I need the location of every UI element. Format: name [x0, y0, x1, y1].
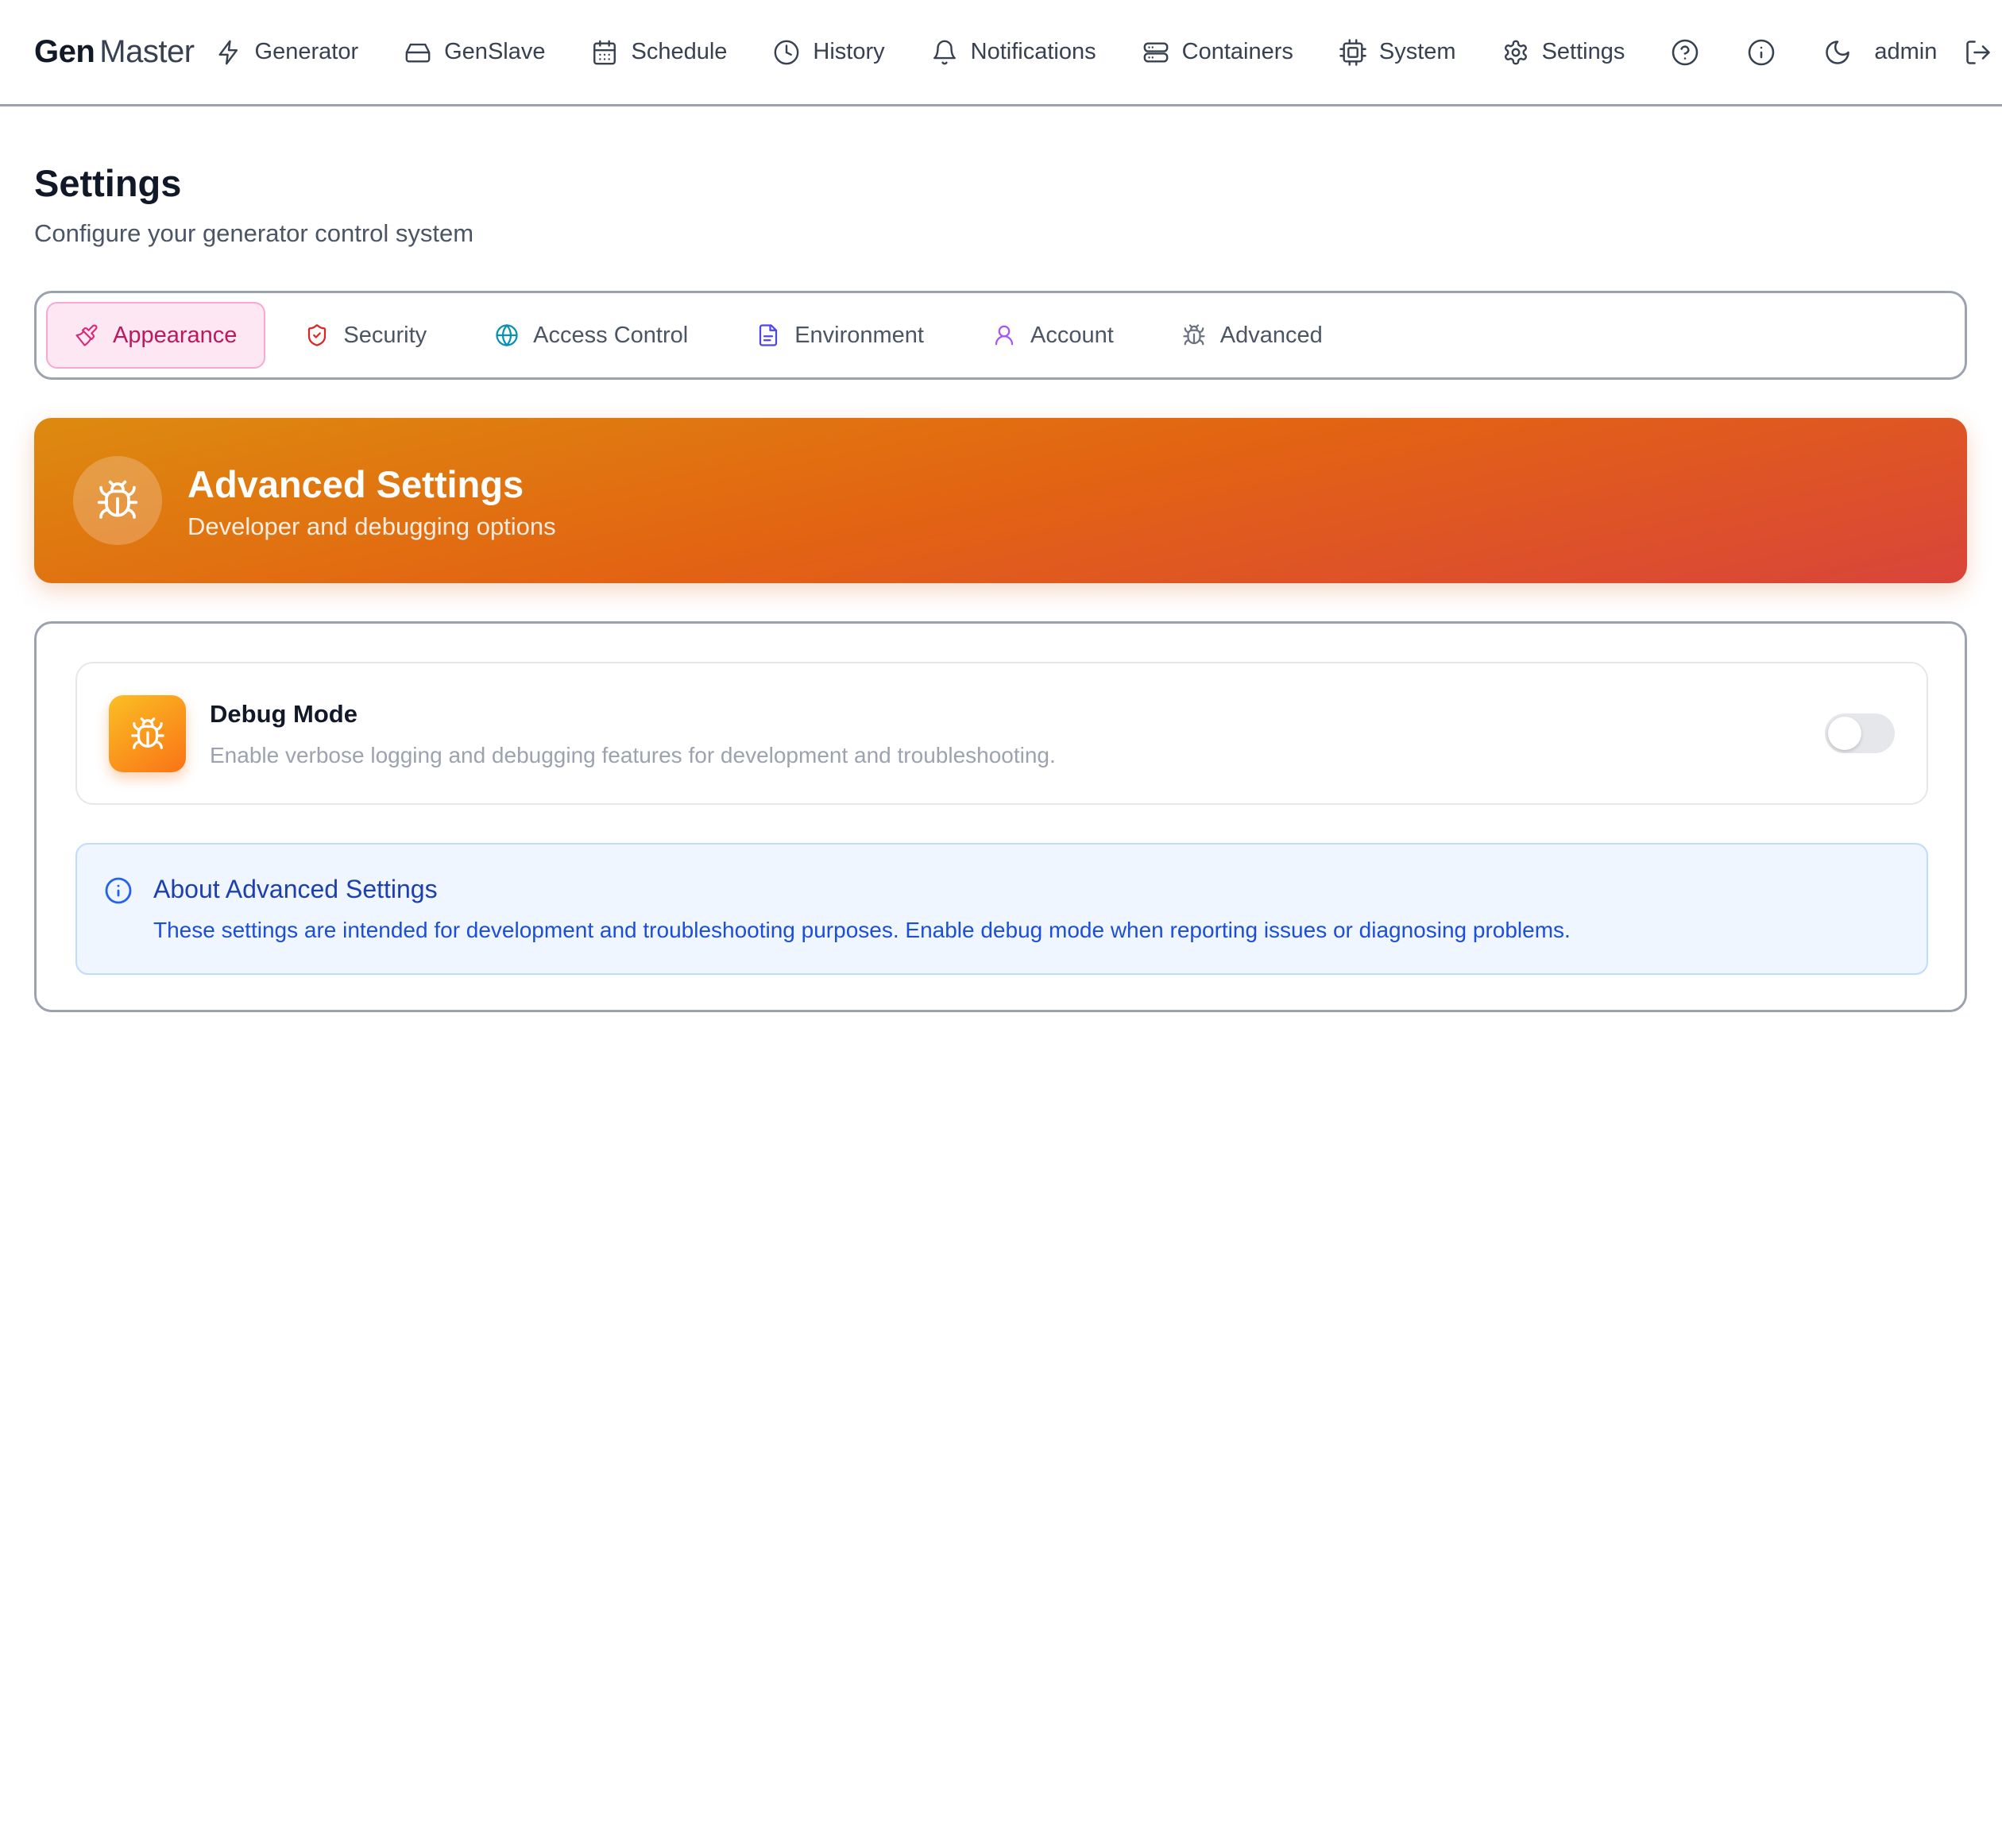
- toggle-knob: [1828, 717, 1861, 750]
- clock-icon: [773, 39, 800, 66]
- nav-item-genslave[interactable]: GenSlave: [404, 39, 545, 66]
- server-icon: [1142, 39, 1169, 66]
- hard-drive-icon: [404, 39, 431, 66]
- logout-icon: [1964, 38, 1992, 67]
- user-name: admin: [1874, 39, 1938, 64]
- globe-icon: [495, 323, 519, 347]
- paintbrush-icon: [75, 323, 99, 347]
- bug-icon: [1182, 323, 1206, 347]
- cpu-icon: [1339, 38, 1366, 66]
- nav-item-system[interactable]: System: [1339, 38, 1456, 66]
- nav-item-label: Notifications: [970, 39, 1096, 64]
- banner-title: Advanced Settings: [187, 463, 524, 505]
- info-circle-icon: [104, 876, 133, 905]
- debug-mode-setting: Debug Mode Enable verbose logging and de…: [75, 662, 1928, 805]
- nav-item-label: History: [813, 39, 885, 64]
- tab-label: Advanced: [1219, 322, 1323, 348]
- gear-icon: [1502, 39, 1529, 66]
- debug-mode-icon-container: [109, 695, 186, 772]
- debug-mode-description: Enable verbose logging and debugging fea…: [210, 743, 1056, 767]
- info-text: These settings are intended for developm…: [153, 918, 1571, 942]
- bolt-icon: [215, 39, 242, 66]
- debug-mode-toggle[interactable]: [1825, 713, 1895, 753]
- calendar-icon: [591, 39, 618, 66]
- theme-toggle-button[interactable]: [1823, 38, 1852, 67]
- help-circle-icon: [1671, 38, 1699, 67]
- tab-appearance[interactable]: Appearance: [46, 302, 266, 369]
- brand-name-light: Master: [99, 34, 195, 69]
- nav-item-generator[interactable]: Generator: [215, 39, 359, 66]
- nav-item-label: Schedule: [631, 39, 728, 64]
- info-circle-icon: [1747, 38, 1776, 67]
- tab-label: Account: [1030, 322, 1114, 348]
- file-text-icon: [756, 323, 780, 347]
- info-title: About Advanced Settings: [153, 875, 438, 903]
- tab-environment[interactable]: Environment: [728, 302, 953, 369]
- banner-subtitle: Developer and debugging options: [187, 512, 556, 540]
- nav-item-schedule[interactable]: Schedule: [591, 39, 727, 66]
- bug-icon: [95, 478, 140, 523]
- help-button[interactable]: [1671, 38, 1699, 67]
- nav-item-label: Settings: [1541, 39, 1625, 64]
- settings-tabs: Appearance Security Access Control Envir…: [34, 291, 1967, 380]
- tab-account[interactable]: Account: [964, 302, 1142, 369]
- tab-advanced[interactable]: Advanced: [1154, 302, 1351, 369]
- nav-item-settings[interactable]: Settings: [1502, 39, 1625, 66]
- nav-item-label: System: [1378, 39, 1456, 64]
- about-advanced-settings-info: About Advanced Settings These settings a…: [75, 843, 1928, 975]
- shield-check-icon: [305, 323, 329, 347]
- bug-icon: [129, 716, 166, 752]
- debug-mode-title: Debug Mode: [210, 700, 358, 728]
- nav-item-label: Generator: [254, 39, 359, 64]
- brand-logo[interactable]: Gen Master: [34, 34, 195, 70]
- tab-label: Access Control: [533, 322, 689, 348]
- brand-name-bold: Gen: [34, 34, 95, 69]
- bell-icon: [931, 39, 958, 66]
- logout-button[interactable]: [1964, 38, 1992, 67]
- top-navigation: Gen Master Generator GenSlave Schedule H…: [0, 0, 2002, 106]
- about-button[interactable]: [1747, 38, 1776, 67]
- page-title: Settings: [34, 162, 182, 204]
- nav-item-label: GenSlave: [444, 39, 546, 64]
- tab-access-control[interactable]: Access Control: [466, 302, 717, 369]
- nav-item-label: Containers: [1181, 39, 1293, 64]
- nav-item-containers[interactable]: Containers: [1142, 39, 1293, 66]
- user-icon: [992, 323, 1016, 347]
- tab-label: Security: [343, 322, 427, 348]
- nav-item-history[interactable]: History: [773, 39, 885, 66]
- moon-icon: [1823, 38, 1852, 67]
- tab-label: Appearance: [113, 322, 238, 348]
- tab-security[interactable]: Security: [276, 302, 455, 369]
- advanced-settings-card: Debug Mode Enable verbose logging and de…: [34, 621, 1967, 1012]
- nav-item-notifications[interactable]: Notifications: [931, 39, 1096, 66]
- page-subtitle: Configure your generator control system: [34, 219, 474, 247]
- advanced-settings-banner: Advanced Settings Developer and debuggin…: [34, 418, 1967, 583]
- banner-icon-container: [73, 456, 162, 545]
- tab-label: Environment: [794, 322, 924, 348]
